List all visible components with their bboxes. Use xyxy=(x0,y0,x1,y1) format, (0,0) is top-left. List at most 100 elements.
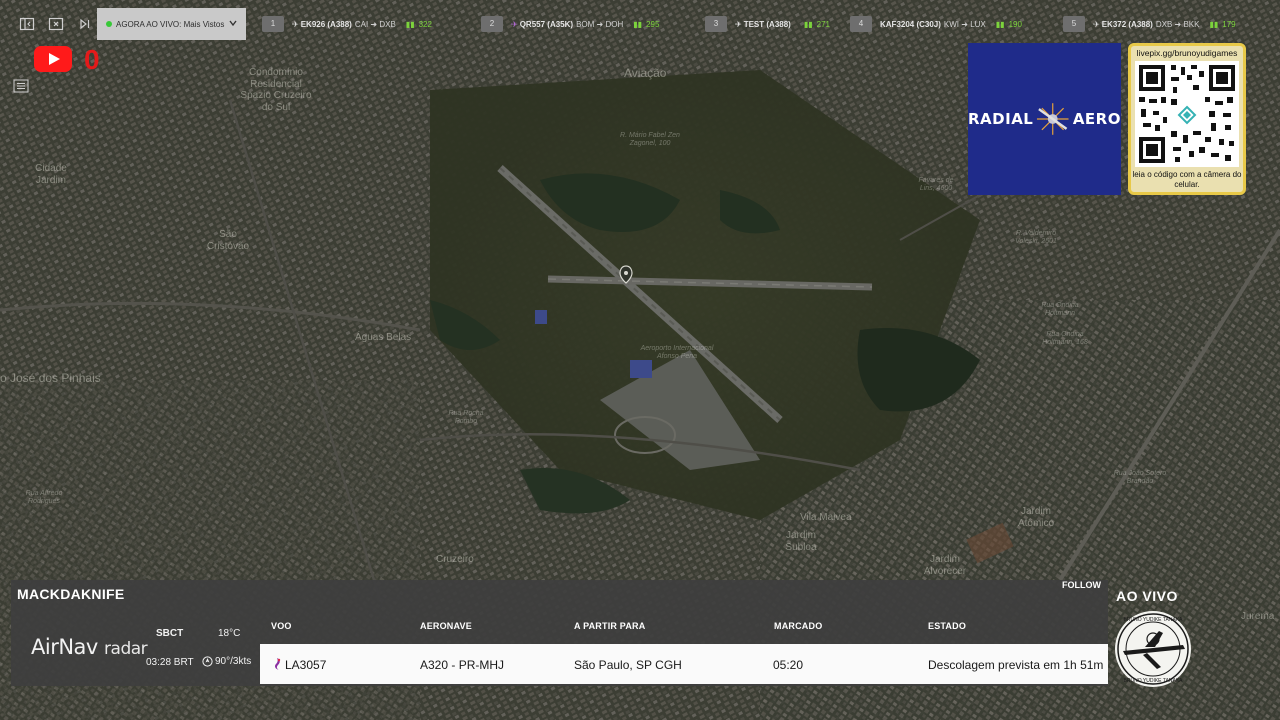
col-header-from-to: A PARTIR PARA xyxy=(574,621,646,631)
map-label: Rua Ondina Holtmann, 168 xyxy=(1042,331,1088,347)
flight-list-icon[interactable] xyxy=(13,79,29,93)
live-label: AO VIVO xyxy=(1116,588,1178,604)
viewer-count: 179 xyxy=(1222,19,1236,29)
map-label: São Cristóvão xyxy=(206,229,250,252)
sponsor-logo-icon xyxy=(1037,103,1069,135)
wind-info: 90°/3kts xyxy=(202,656,251,667)
username: MACKDAKNIFE xyxy=(17,586,125,602)
wind-direction-icon xyxy=(202,656,213,667)
flight-status: Descolagem prevista em 1h 51m xyxy=(928,658,1104,672)
airnav-radar-logo: AirNav radar xyxy=(31,635,148,659)
col-header-aircraft: AERONAVE xyxy=(420,621,472,631)
map-label: Cidade Jardim xyxy=(35,163,67,186)
route-from: DXB xyxy=(1155,19,1173,29)
map-label: Rua João Sotero Brandão xyxy=(1113,470,1167,486)
close-panel-icon[interactable] xyxy=(48,16,64,32)
col-header-status: ESTADO xyxy=(928,621,967,631)
viewers-icon: ▮▮ xyxy=(995,19,1005,29)
top-flight-item[interactable]: 2 ✈ QR557 (A35K) BOM ➜ DOH ▮▮ 295 xyxy=(481,15,659,33)
map-label: Favares de Lins, 4600 xyxy=(918,177,954,193)
viewers-icon: ▮▮ xyxy=(1209,19,1219,29)
wind-value: 90°/3kts xyxy=(215,656,252,667)
flight-row[interactable]: LA3057 A320 - PR-MHJ São Paulo, SP CGH 0… xyxy=(260,644,1108,684)
youtube-live-count: 0 xyxy=(84,44,100,75)
flight-code: KAF3204 (C30J) xyxy=(880,19,941,29)
flight-code: EK926 (A388) xyxy=(300,19,352,29)
youtube-icon[interactable] xyxy=(34,46,72,72)
channel-badge-icon: BRUNO YUDIKE TANAKA BRUNO YUDIKE TANAKA xyxy=(1115,611,1191,687)
viewers-icon: ▮▮ xyxy=(633,19,643,29)
route-to: LUX xyxy=(970,19,986,29)
scheduled-time: 05:20 xyxy=(773,658,804,672)
route-from: BOM xyxy=(576,19,595,29)
top-flight-item[interactable]: 5 ✈ EK372 (A388) DXB ➜ BKK ▮▮ 179 xyxy=(1063,15,1236,33)
rank-badge: 2 xyxy=(481,16,503,32)
map-label: Condomínio Residencial Spazio Cruzeiro d… xyxy=(240,67,312,113)
viewer-count: 190 xyxy=(1008,19,1022,29)
top-flights-bar: AGORA AO VIVO: Mais Vistos 1 ✈ EK926 (A3… xyxy=(0,8,1280,40)
temperature: 18°C xyxy=(218,628,241,639)
flight-number: LA3057 xyxy=(285,658,327,672)
map-label: Jurema xyxy=(1241,611,1275,622)
qr-url: livepix.gg/brunoyudigames xyxy=(1136,48,1238,58)
viewers-icon: ▮▮ xyxy=(405,19,415,29)
top-flight-item[interactable]: 1 ✈ EK926 (A388) CAI ➜ DXB ▮▮ 322 xyxy=(262,15,432,33)
map-label: Jardim Subloa xyxy=(785,530,817,553)
rank-badge: 3 xyxy=(705,16,727,32)
route-to: BKK xyxy=(1183,19,1200,29)
sponsor-banner[interactable]: RADIAL AERO xyxy=(968,43,1121,195)
map-label: Rua Ondina Holtmann xyxy=(1041,302,1079,318)
map-label: R. Mário Fabel Zen Zagonel, 100 xyxy=(620,132,680,148)
brand-sub: radar xyxy=(104,639,148,659)
viewer-count: 322 xyxy=(418,19,432,29)
skip-next-icon[interactable] xyxy=(77,16,93,32)
map-label: Jardim Alvorecer xyxy=(923,554,967,577)
local-time: 03:28 BRT xyxy=(146,657,194,668)
map-label: Águas Belas xyxy=(355,332,412,343)
badge-text-bottom: BRUNO YUDIKE TANAKA xyxy=(1124,678,1184,684)
viewer-count: 271 xyxy=(816,19,830,29)
flight-code: EK372 (A388) xyxy=(1101,19,1153,29)
aircraft-type: A320 - PR-MHJ xyxy=(420,658,505,672)
map-label: Cruzeiro xyxy=(436,554,474,565)
map-label: Vila Malvea xyxy=(800,512,852,523)
rank-badge: 5 xyxy=(1063,16,1085,32)
route-to: DXB xyxy=(379,19,396,29)
route-from: CAI xyxy=(354,19,369,29)
plane-icon: ✈ xyxy=(1093,19,1100,29)
sponsor-word: RADIAL xyxy=(968,110,1034,128)
map-label: Aeroporto Internacional Afonso Pena xyxy=(640,345,714,361)
qr-code-icon xyxy=(1135,61,1239,167)
now-live-dropdown[interactable]: AGORA AO VIVO: Mais Vistos xyxy=(97,8,246,40)
rank-badge: 4 xyxy=(850,16,872,32)
rank-badge: 1 xyxy=(262,16,284,32)
sidebar-toggle-icon[interactable] xyxy=(19,16,35,32)
plane-icon: ✈ xyxy=(292,19,299,29)
live-dot-icon xyxy=(106,21,112,27)
flight-code: TEST (A388) xyxy=(743,19,791,29)
airport-code: SBCT xyxy=(156,628,184,639)
col-header-flight: VOO xyxy=(271,621,292,631)
follow-button[interactable]: FOLLOW xyxy=(1062,580,1101,590)
plane-icon: ✈ xyxy=(735,19,742,29)
chevron-down-icon xyxy=(229,20,237,27)
map-label: Rua Rocha Pombo xyxy=(448,410,484,426)
route-to: DOH xyxy=(605,19,624,29)
flight-code: QR557 (A35K) xyxy=(519,19,574,29)
flight-info-panel: MACKDAKNIFE FOLLOW AirNav radar SBCT 18°… xyxy=(11,580,1108,686)
map-label: Aviação xyxy=(624,66,667,80)
viewers-icon: ▮▮ xyxy=(803,19,813,29)
route-from: KWI xyxy=(943,19,960,29)
now-live-label: AGORA AO VIVO: Mais Vistos xyxy=(116,19,225,29)
col-header-scheduled: MARCADO xyxy=(774,621,823,631)
map-label: o José dos Pinhais xyxy=(0,371,101,385)
qr-caption: leia o código com a câmera do celular. xyxy=(1132,170,1242,189)
map-label: Jardim Atômico xyxy=(1017,506,1055,529)
airline-logo-icon xyxy=(273,657,282,674)
donation-qr-card[interactable]: livepix.gg/brunoyudigames leia o código … xyxy=(1128,43,1246,195)
top-flight-item[interactable]: 3 ✈ TEST (A388) ▮▮ 271 xyxy=(705,15,830,33)
top-flight-item[interactable]: 4 KAF3204 (C30J) KWI ➜ LUX ▮▮ 190 xyxy=(850,15,1022,33)
route: São Paulo, SP CGH xyxy=(574,658,682,672)
viewer-count: 295 xyxy=(646,19,660,29)
sponsor-word: AERO xyxy=(1072,110,1121,128)
